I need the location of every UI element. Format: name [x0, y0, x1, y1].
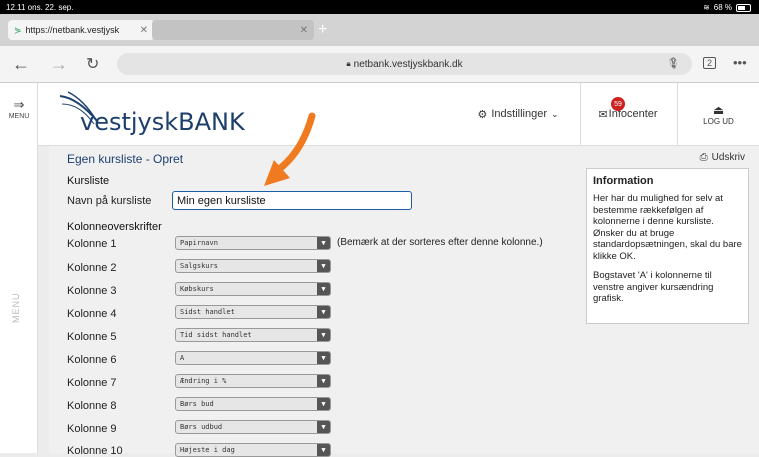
menu-column[interactable]: ⇒ MENU MENU	[0, 83, 38, 453]
tab-bar: ⋟ https://netbank.vestjysk ✕ ✕ +	[0, 14, 759, 46]
menu-label: MENU	[8, 113, 30, 120]
bank-logo[interactable]: vestjyskBANK	[80, 108, 245, 136]
dropdown-arrow-icon: ▼	[317, 260, 330, 272]
print-label: Udskriv	[711, 152, 745, 163]
select-value: Salgskurs	[180, 262, 218, 270]
dropdown-arrow-icon: ▼	[317, 329, 330, 341]
tabs-count[interactable]: 2	[703, 57, 717, 69]
info-text-1: Her har du mulighed for selv at bestemme…	[593, 193, 742, 262]
column-label: Kolonne 6	[67, 354, 117, 366]
column-label: Kolonne 2	[67, 262, 117, 274]
date-text: ons. 22. sep.	[27, 3, 74, 12]
battery-percent: 68 %	[713, 3, 732, 12]
forward-icon[interactable]: →	[50, 54, 68, 75]
select-value: Sidst handlet	[180, 308, 235, 316]
page-title: Egen kursliste - Opret	[67, 152, 184, 166]
column-select[interactable]: Salgskurs ▼	[175, 259, 331, 273]
select-value: Børs udbud	[180, 423, 223, 431]
dropdown-arrow-icon: ▼	[317, 237, 330, 249]
back-icon[interactable]: ←	[12, 54, 30, 75]
section-kursliste: Kursliste	[67, 175, 110, 187]
battery-icon	[736, 3, 751, 12]
section-columns: Kolonneoverskrifter	[67, 221, 162, 233]
sort-note: (Bemærk at der sorteres efter denne kolo…	[337, 237, 543, 248]
column-label: Kolonne 7	[67, 377, 117, 389]
dropdown-arrow-icon: ▼	[317, 352, 330, 364]
column-select[interactable]: Børs udbud ▼	[175, 420, 331, 434]
wifi-icon: ≋	[703, 3, 710, 12]
printer-icon: ⎙	[699, 152, 708, 163]
column-select[interactable]: Tid sidst handlet ▼	[175, 328, 331, 342]
column-label: Kolonne 5	[67, 331, 117, 343]
new-tab-icon[interactable]: +	[318, 21, 327, 39]
tab-inactive[interactable]: ✕	[152, 20, 314, 40]
dropdown-arrow-icon: ▼	[317, 421, 330, 433]
url-field[interactable]: 🔒︎ netbank.vestjyskbank.dk 🎙︎	[117, 53, 692, 75]
favicon-icon: ⋟	[14, 24, 22, 35]
name-label: Navn på kursliste	[67, 195, 152, 207]
logo-text-1: vestjysk	[80, 108, 179, 136]
select-value: Papirnavn	[180, 239, 218, 247]
column-label: Kolonne 4	[67, 308, 117, 320]
column-select[interactable]: Købskurs ▼	[175, 282, 331, 296]
column-select[interactable]: Ændring i % ▼	[175, 374, 331, 388]
column-select[interactable]: Sidst handlet ▼	[175, 305, 331, 319]
column-label: Kolonne 3	[67, 285, 117, 297]
column-select[interactable]: A ▼	[175, 351, 331, 365]
dropdown-arrow-icon: ▼	[317, 444, 330, 456]
menu-arrow-icon: ⇒	[13, 97, 25, 112]
status-right: ≋ 68 %	[703, 3, 751, 12]
dropdown-arrow-icon: ▼	[317, 306, 330, 318]
logout-icon: ⏏	[712, 102, 725, 117]
column-label: Kolonne 10	[67, 445, 123, 457]
share-icon[interactable]: ⇪	[668, 55, 679, 71]
logout-label: LOG UD	[703, 116, 734, 126]
infocenter-button[interactable]: ✉ Infocenter	[580, 83, 675, 145]
lock-icon: 🔒︎	[346, 59, 351, 68]
more-icon[interactable]: •••	[733, 55, 747, 70]
column-select[interactable]: Papirnavn ▼	[175, 236, 331, 250]
tab-active[interactable]: ⋟ https://netbank.vestjysk ✕	[8, 20, 154, 40]
column-label: Kolonne 1	[67, 238, 117, 250]
list-name-input[interactable]	[172, 191, 412, 210]
info-text-2: Bogstavet 'A' i kolonnerne til venstre a…	[593, 270, 714, 304]
tab-title: https://netbank.vestjysk	[25, 25, 120, 35]
print-button[interactable]: ⎙ Udskriv	[700, 152, 745, 163]
annotation-arrow	[264, 112, 316, 186]
select-value: Tid sidst handlet	[180, 331, 252, 339]
select-value: Købskurs	[180, 285, 214, 293]
info-title: Information	[593, 175, 654, 187]
address-bar-area: ← → ↻ 🔒︎ netbank.vestjyskbank.dk 🎙︎ ⇪ 2 …	[0, 46, 759, 83]
url-text: netbank.vestjyskbank.dk	[353, 58, 463, 70]
close-tab-icon-2[interactable]: ✕	[300, 25, 308, 36]
column-select[interactable]: Højeste i dag ▼	[175, 443, 331, 457]
select-value: A	[180, 354, 185, 362]
status-bar: 12.11 ons. 22. sep. ≋ 68 %	[0, 0, 759, 14]
column-select[interactable]: Børs bud ▼	[175, 397, 331, 411]
infocenter-badge: 59	[611, 97, 625, 111]
gear-icon: ⚙	[477, 108, 488, 121]
select-value: Ændring i %	[180, 377, 227, 385]
logo-text-2: BANK	[178, 108, 245, 136]
menu-button[interactable]: ⇒ MENU	[4, 97, 34, 120]
select-value: Børs bud	[180, 400, 214, 408]
settings-label: Indstillinger	[491, 108, 547, 120]
info-panel: Information Her har du mulighed for selv…	[586, 168, 749, 324]
dropdown-arrow-icon: ▼	[317, 283, 330, 295]
close-tab-icon[interactable]: ✕	[140, 25, 148, 36]
mail-icon: ✉	[598, 108, 608, 121]
column-label: Kolonne 8	[67, 400, 117, 412]
time-text: 12.11	[6, 3, 26, 12]
logout-button[interactable]: ⏏ LOG UD	[677, 83, 759, 145]
dropdown-arrow-icon: ▼	[317, 375, 330, 387]
settings-menu[interactable]: ⚙ Indstillinger ⌄	[458, 83, 578, 145]
column-label: Kolonne 9	[67, 423, 117, 435]
dropdown-arrow-icon: ▼	[317, 398, 330, 410]
status-time: 12.11 ons. 22. sep.	[6, 3, 73, 12]
reload-icon[interactable]: ↻	[86, 54, 99, 74]
chevron-down-icon: ⌄	[550, 108, 559, 119]
menu-side-label: MENU	[11, 292, 21, 324]
